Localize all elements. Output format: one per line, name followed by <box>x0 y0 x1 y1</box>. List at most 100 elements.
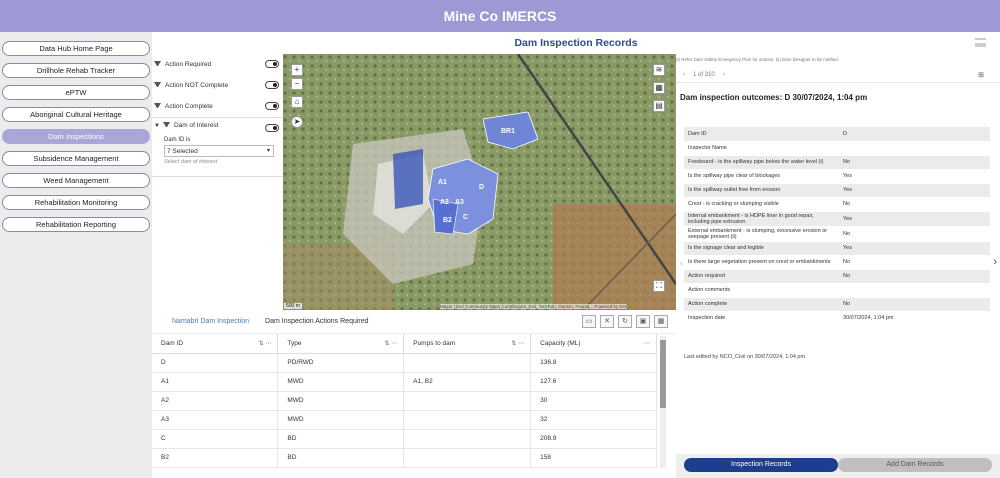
table-cell: A3 <box>152 410 279 430</box>
record-field-row: Inspector Name <box>684 141 990 156</box>
app-title: Mine Co IMERCS <box>443 8 557 24</box>
clear-selection-icon[interactable]: ✕ <box>600 315 614 328</box>
options-icon[interactable]: ▦ <box>654 315 668 328</box>
filter-panel: Action Required Action NOT Complete Acti… <box>152 54 283 310</box>
nav-item-weed-management[interactable]: Weed Management <box>2 173 150 188</box>
field-key: Is the signage clear and legible <box>684 241 839 256</box>
dam-id-select[interactable]: 7 Selected ▾ <box>164 145 274 157</box>
tab-dam-inspection-actions[interactable]: Dam Inspection Actions Required <box>265 318 369 325</box>
home-icon[interactable]: ⌂ <box>291 96 303 108</box>
map-label-c[interactable]: C <box>463 214 468 221</box>
col-label: Type <box>287 339 302 347</box>
filter-icon <box>154 103 161 110</box>
map-view[interactable]: BR1 A2 A3 B2 C D A1 + − ⌂ ➤ ≋ ▦ ▤ ⛶ ↻ <box>283 54 676 310</box>
scroll-thumb[interactable] <box>660 340 666 408</box>
sort-menu-icon[interactable]: ⇅ ⋯ <box>511 340 524 347</box>
zoom-out-button[interactable]: − <box>291 78 303 90</box>
record-count: 1 of 310 <box>693 71 715 78</box>
dam-id-hint: Select dam of interest <box>164 159 218 165</box>
zoom-in-button[interactable]: + <box>291 64 303 76</box>
table-cell <box>403 391 532 411</box>
nav-item-subsidence-management[interactable]: Subsidence Management <box>2 151 150 166</box>
table-cell: MWD <box>277 372 405 392</box>
table-row[interactable]: B2 BD 158 <box>152 448 657 468</box>
map-label-br1[interactable]: BR1 <box>501 128 515 135</box>
table-row[interactable]: A3 MWD 32 <box>152 410 657 430</box>
export-icon[interactable]: ▣ <box>636 315 650 328</box>
table-scrollbar[interactable] <box>660 336 666 468</box>
satellite-imagery <box>283 54 676 310</box>
table-cell <box>403 410 532 430</box>
sort-menu-icon[interactable]: ⇅ ⋯ <box>259 340 272 347</box>
filter-label: Action Required <box>165 61 212 68</box>
menu-icon[interactable] <box>975 38 986 47</box>
table-cell: 32 <box>530 410 657 430</box>
table-row[interactable]: C BD 208.9 <box>152 429 657 449</box>
sort-menu-icon[interactable]: ⋯ <box>644 340 650 347</box>
table-row[interactable]: A1 MWD A1, B2 127.6 <box>152 372 657 392</box>
show-selection-icon[interactable]: ▭ <box>582 315 596 328</box>
compass-icon[interactable]: ➤ <box>291 116 303 128</box>
nav-item-aboriginal-cultural-heritage[interactable]: Aboriginal Cultural Heritage <box>2 107 150 122</box>
table-cell: BD <box>277 429 405 449</box>
col-header-type[interactable]: Type ⇅ ⋯ <box>277 334 405 354</box>
add-dam-records-button[interactable]: Add Dam Records <box>838 458 992 472</box>
filter-toggle[interactable] <box>265 102 279 110</box>
chevron-left-icon[interactable]: ‹ <box>680 258 683 268</box>
filter-dam-of-interest: ▼ Dam of Interest Dam ID is 7 Selected ▾ … <box>152 117 283 177</box>
filter-toggle[interactable] <box>265 81 279 89</box>
inspection-records-button[interactable]: Inspection Records <box>684 458 838 472</box>
nav-item-drillhole-rehab-tracker[interactable]: Drillhole Rehab Tracker <box>2 63 150 78</box>
fullscreen-icon[interactable]: ⛶ <box>653 280 665 292</box>
layers-icon[interactable]: ≋ <box>653 64 665 76</box>
refresh-icon[interactable]: ↻ <box>618 315 632 328</box>
nav-item-eptw[interactable]: ePTW <box>2 85 150 100</box>
nav-item-data-hub-home-page[interactable]: Data Hub Home Page <box>2 41 150 56</box>
map-attribution: Maxar | Esri Community Maps Contributors… <box>440 304 628 309</box>
table-row[interactable]: D PD/RWD 136.8 <box>152 353 657 373</box>
nav-item-rehabilitation-monitoring[interactable]: Rehabilitation Monitoring <box>2 195 150 210</box>
table-cell: 30 <box>530 391 657 411</box>
record-field-row: Inspection date 30/07/2024, 1:04 pm <box>684 311 990 326</box>
table-row[interactable]: A2 MWD 30 <box>152 391 657 411</box>
basemap-icon[interactable]: ▦ <box>653 82 665 94</box>
filter-toggle[interactable] <box>265 124 279 132</box>
field-key: Crest - is cracking or slumping visible <box>684 197 839 212</box>
nav-item-dam-inspections[interactable]: Dam Inspections <box>2 129 150 144</box>
filter-action-not-complete[interactable]: Action NOT Complete <box>152 75 283 96</box>
map-label-d[interactable]: D <box>479 184 484 191</box>
table-cell: D <box>152 353 279 373</box>
table-cell <box>403 448 532 468</box>
chevron-right-icon[interactable]: › <box>993 256 997 268</box>
next-record-button[interactable]: › <box>723 72 725 78</box>
field-value: No <box>839 197 990 212</box>
nav-item-rehabilitation-reporting[interactable]: Rehabilitation Reporting <box>2 217 150 232</box>
map-label-b2[interactable]: B2 <box>443 217 452 224</box>
table-cell: A1 <box>152 372 279 392</box>
record-field-row: External embankment - is slumping, exces… <box>684 226 990 242</box>
sort-menu-icon[interactable]: ⇅ ⋯ <box>385 340 398 347</box>
record-field-row: Internal embankment - is HDPE liner in g… <box>684 211 990 227</box>
filter-toggle[interactable] <box>265 60 279 68</box>
table-icon[interactable]: ▤ <box>653 100 665 112</box>
map-label-a1[interactable]: A1 <box>438 179 447 186</box>
filter-action-complete[interactable]: Action Complete <box>152 96 283 117</box>
table-cell <box>403 353 532 373</box>
field-key: Is the spillway pipe clear of blockages <box>684 169 839 184</box>
field-key: Action complete <box>684 297 839 312</box>
grid-view-icon[interactable]: ⊞ <box>978 71 984 79</box>
chevron-down-icon[interactable]: ▼ <box>154 123 160 129</box>
filter-action-required[interactable]: Action Required <box>152 54 283 75</box>
tab-namabri-dam-inspection[interactable]: Namabri Dam Inspection <box>172 318 249 325</box>
col-header-capacity[interactable]: Capacity (ML) ⋯ <box>530 334 657 354</box>
record-pager: ‹ 1 of 310 › ⊞ <box>676 67 1000 83</box>
table-panel: Namabri Dam Inspection Dam Inspection Ac… <box>152 310 676 478</box>
map-label-a2[interactable]: A2 <box>440 199 449 206</box>
prev-record-button[interactable]: ‹ <box>683 72 685 78</box>
col-label: Dam ID <box>161 339 184 347</box>
col-header-dam-id[interactable]: Dam ID ⇅ ⋯ <box>152 334 279 354</box>
interest-header[interactable]: ▼ Dam of Interest <box>154 122 283 129</box>
map-label-a3[interactable]: A3 <box>455 199 464 206</box>
col-header-pumps[interactable]: Pumps to dam ⇅ ⋯ <box>403 334 532 354</box>
field-value: No <box>839 297 990 312</box>
